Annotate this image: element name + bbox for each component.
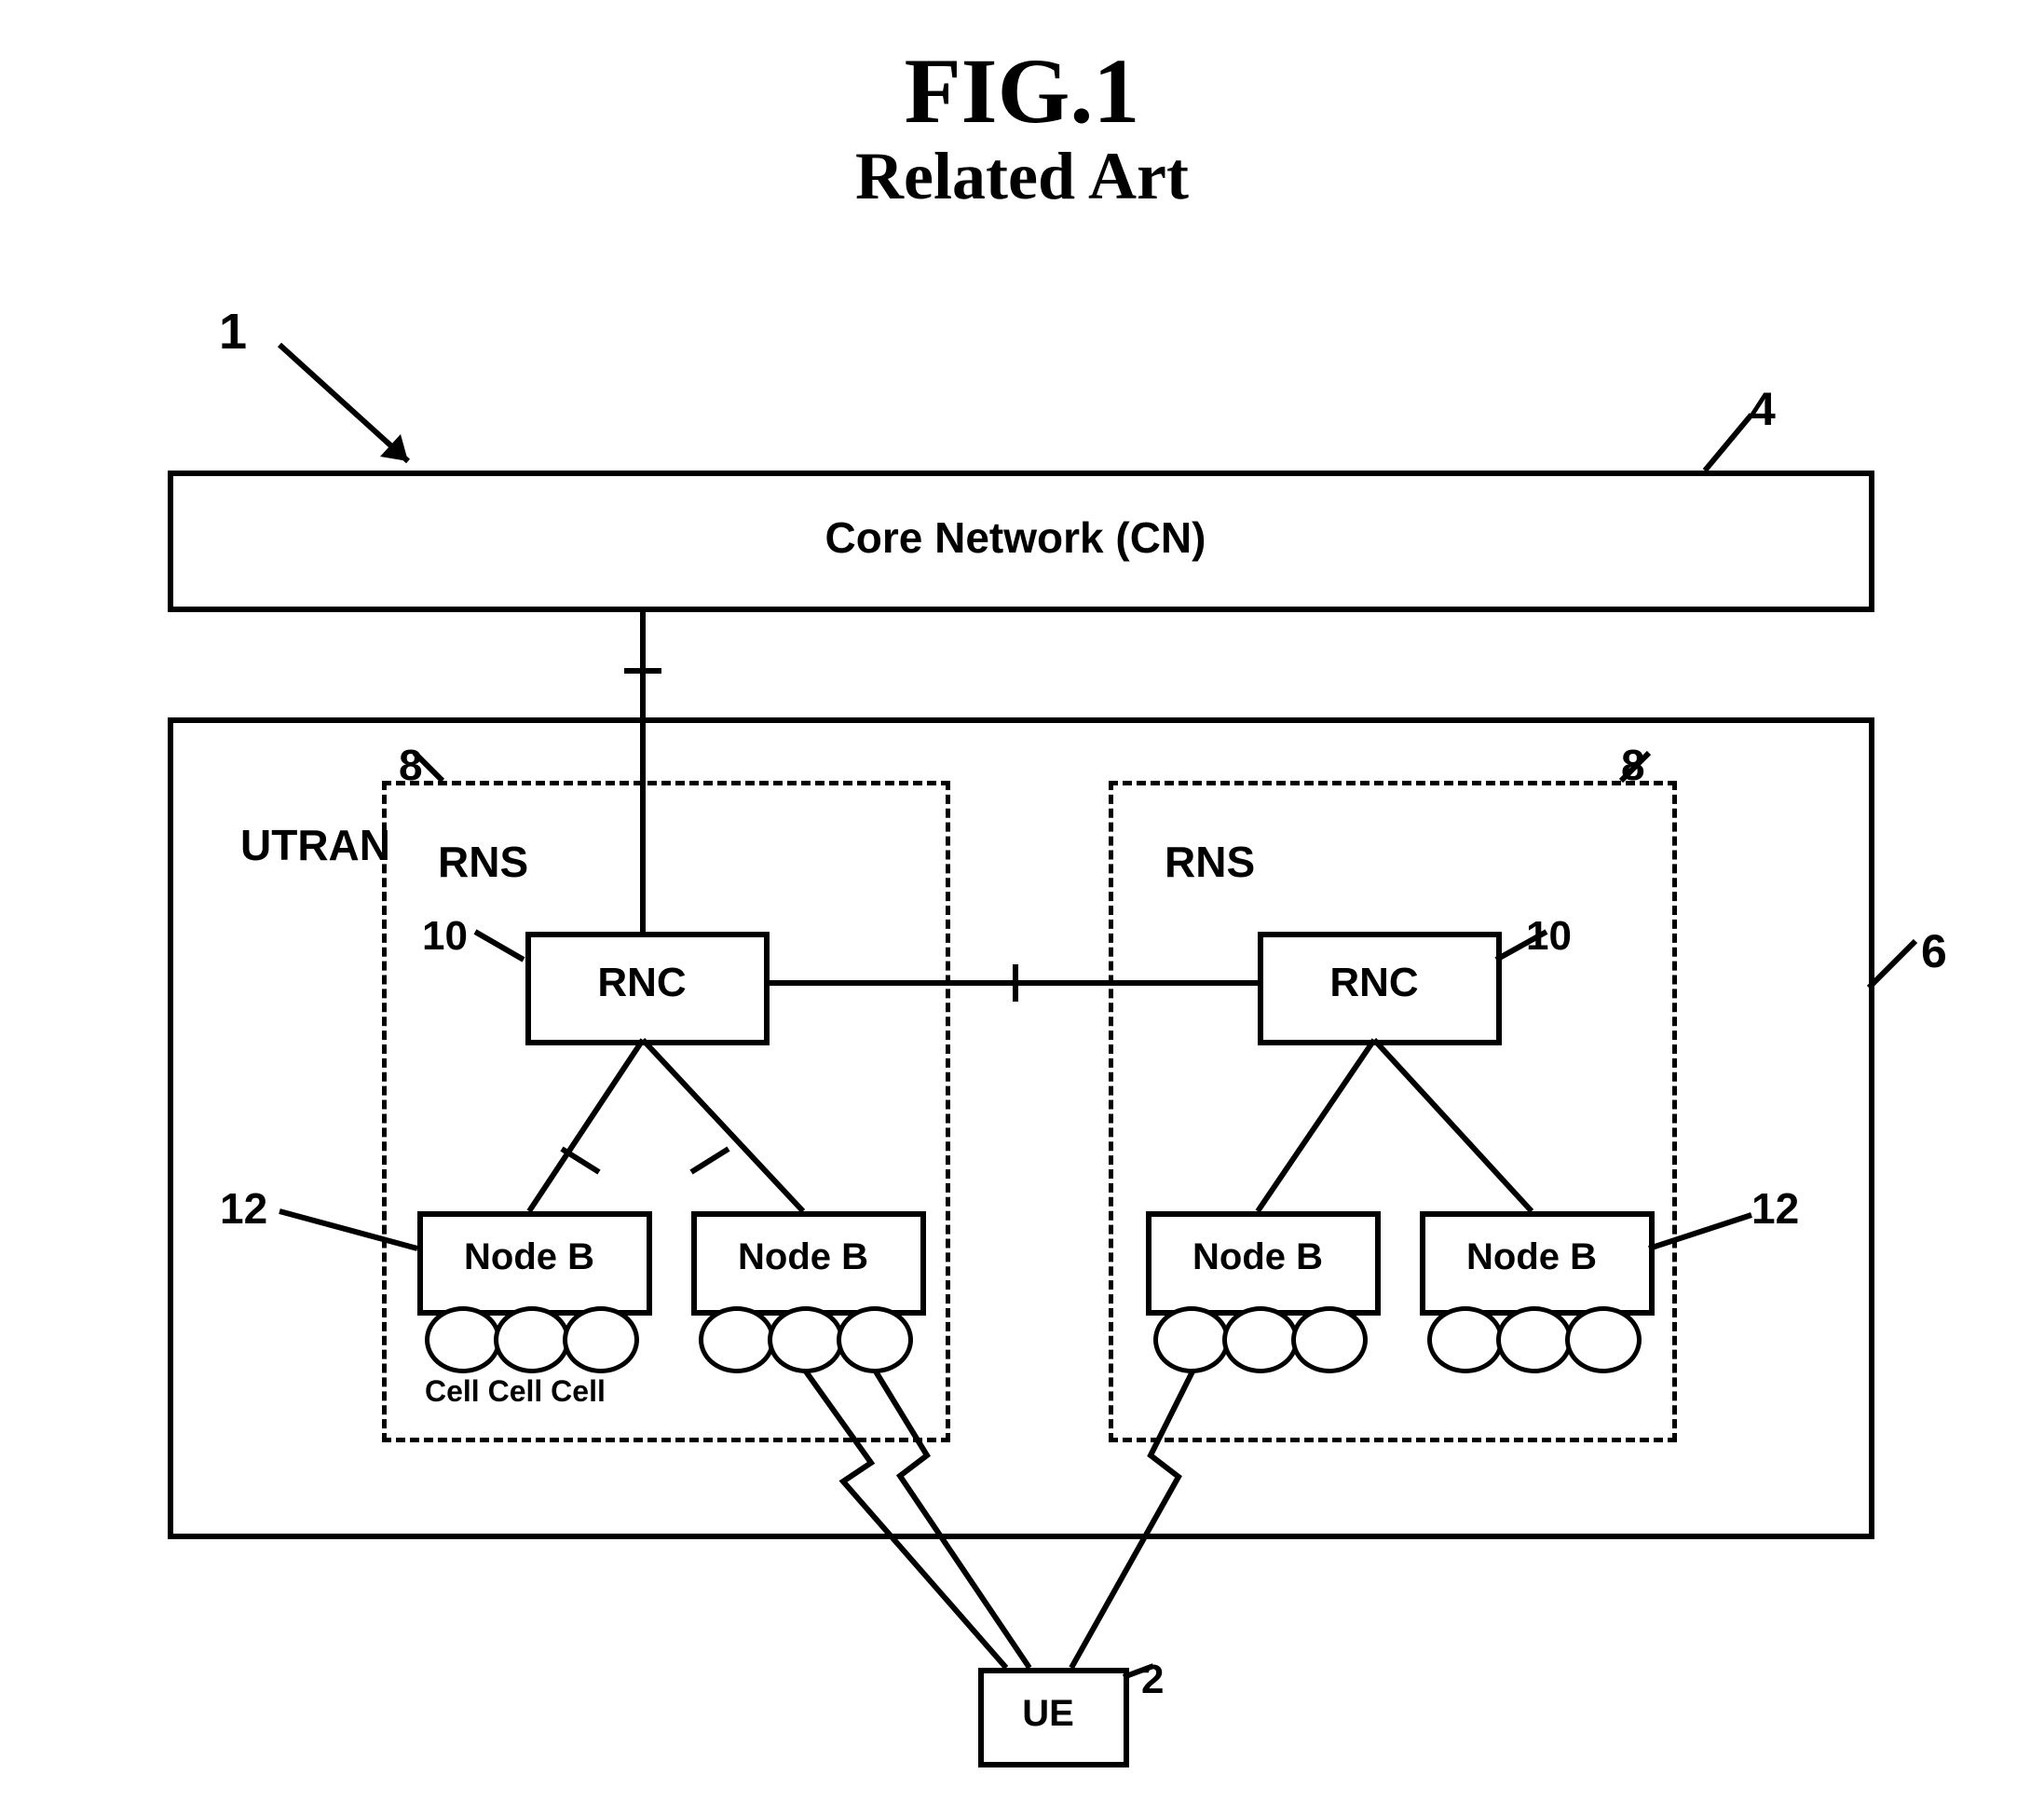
connection-lines [0, 0, 2044, 1815]
diagram-page: FIG.1 Related Art 1 Core Network (CN) 4 … [0, 0, 2044, 1815]
